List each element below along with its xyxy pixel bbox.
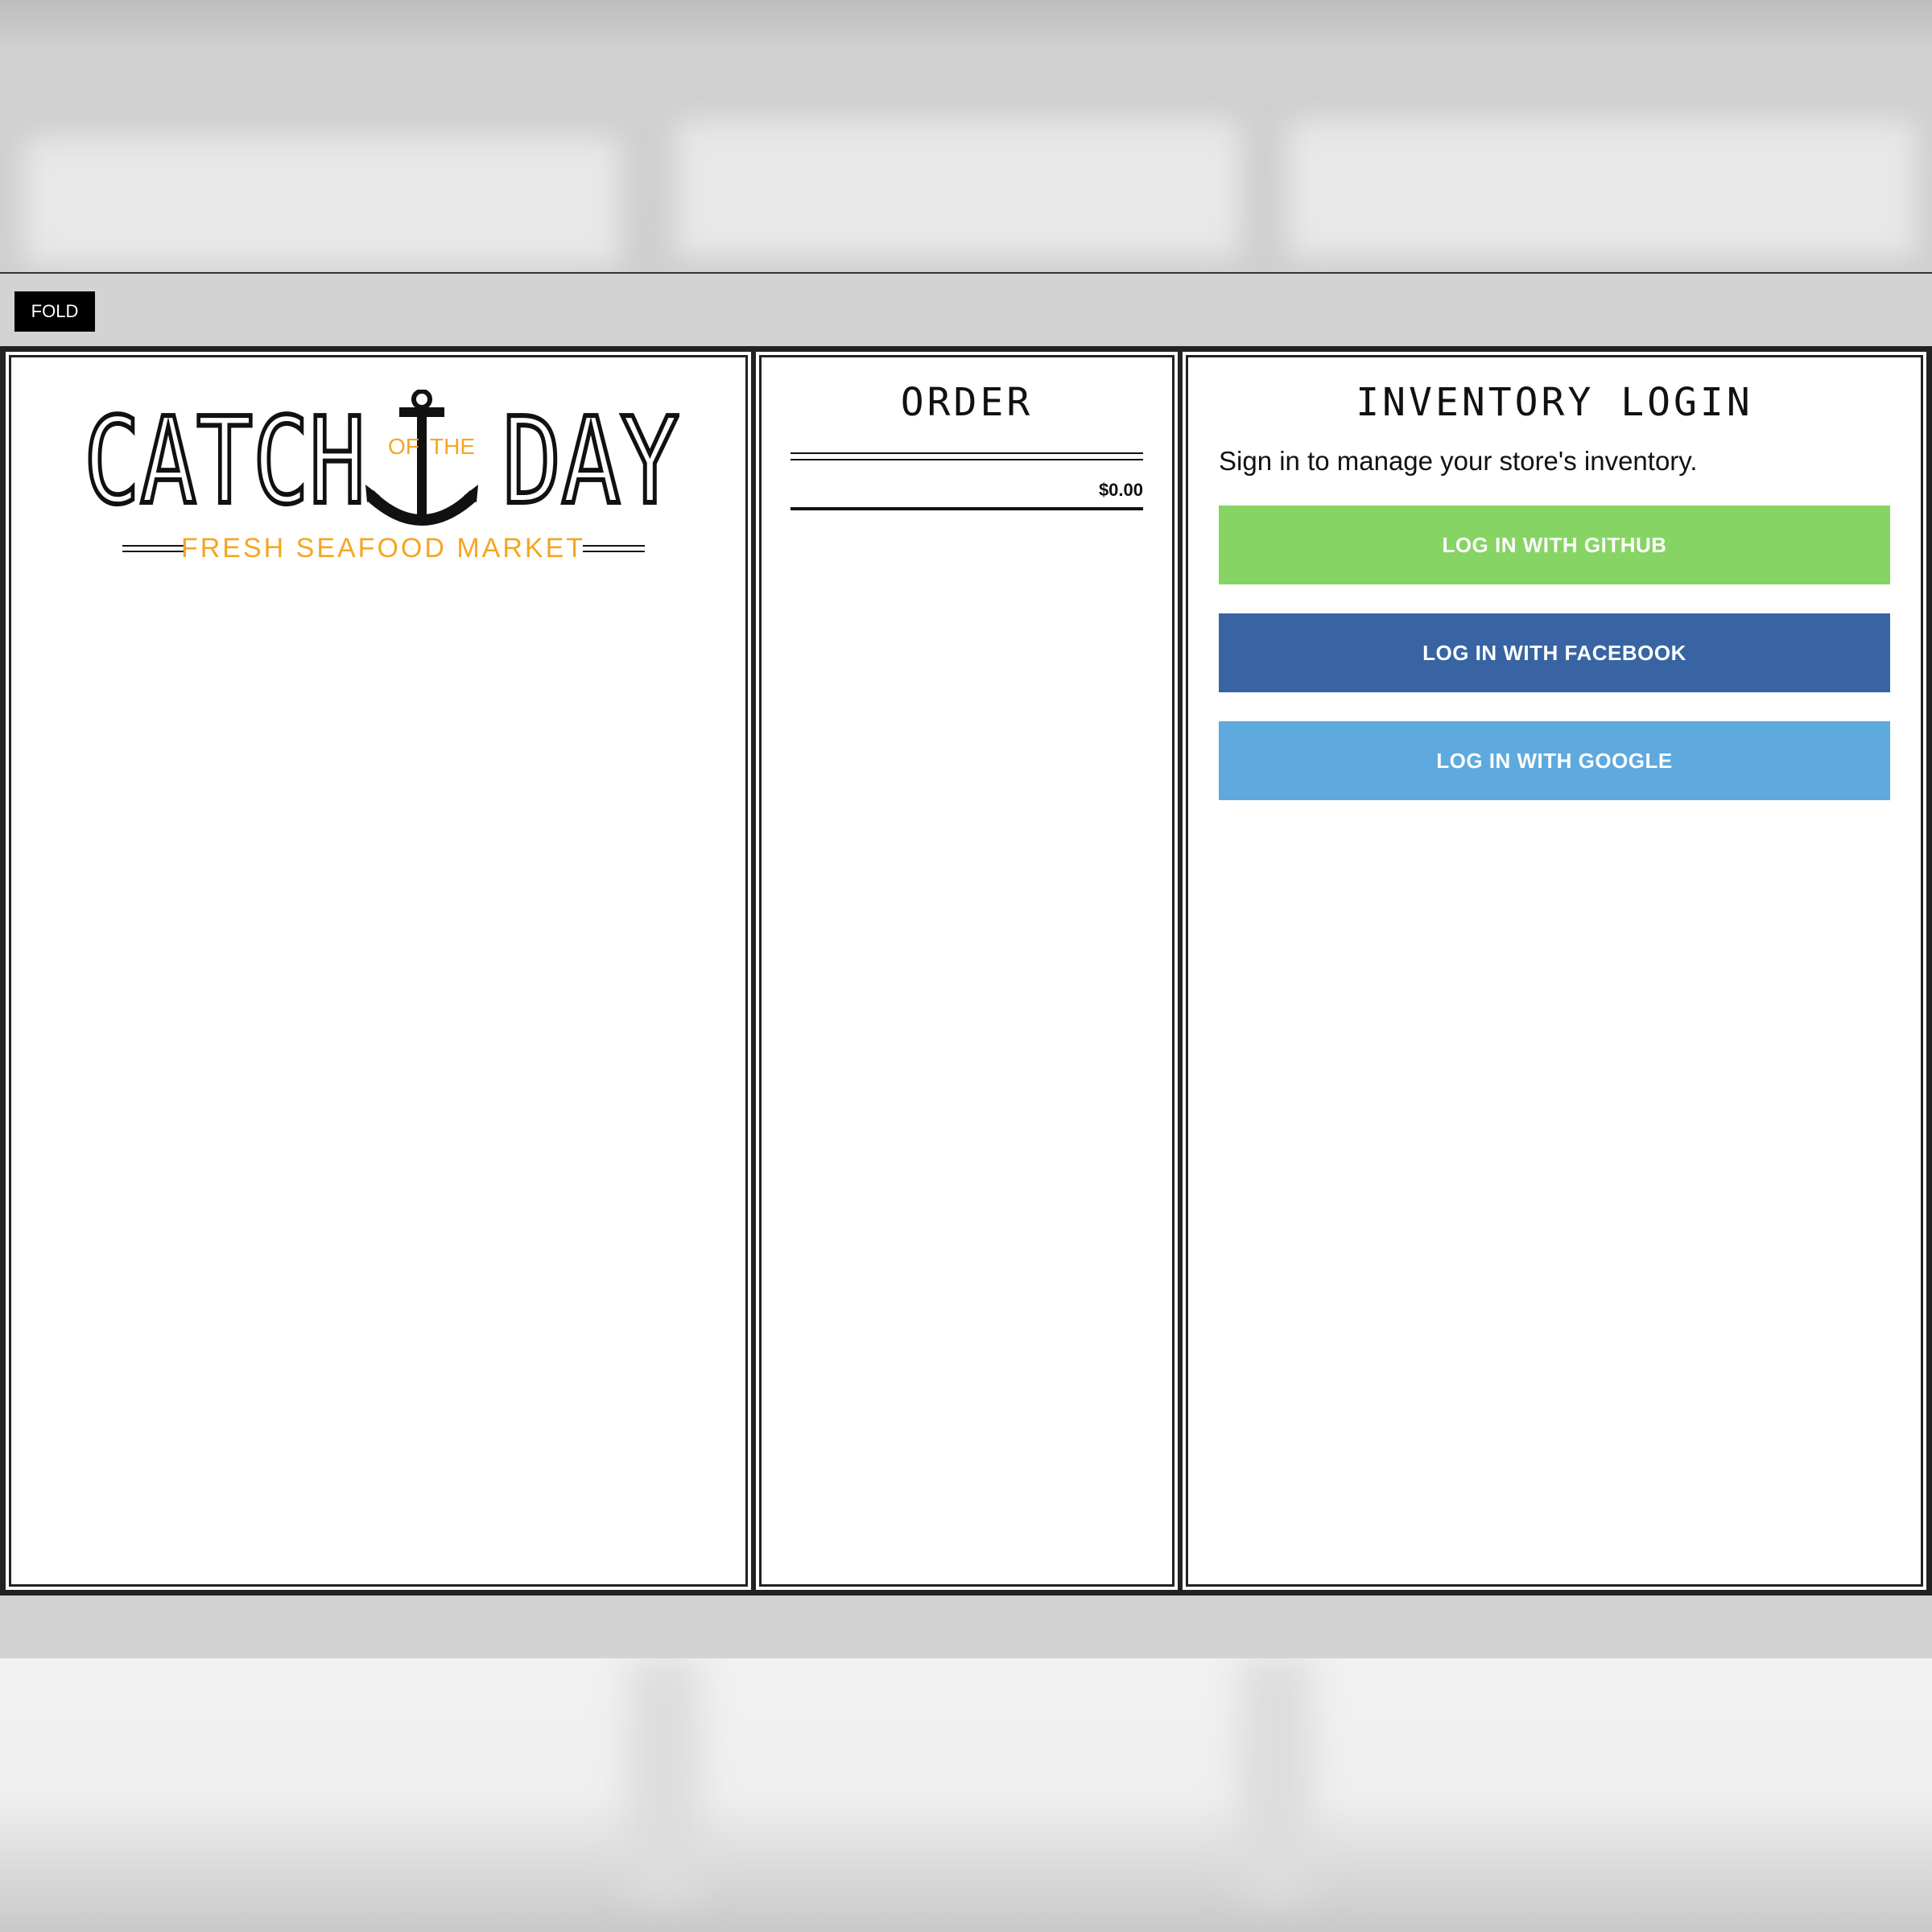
logo-graphic: CATCH OF THE DAY FRESH SEAFOOD MARKET [81,389,682,564]
fold-button[interactable]: FOLD [14,291,95,332]
login-github-button[interactable]: LOG IN WITH GITHUB [1219,506,1890,584]
tagline-rule-left [122,545,184,552]
inventory-panel: INVENTORY LOGIN Sign in to manage your s… [1180,349,1929,1592]
login-facebook-button[interactable]: LOG IN WITH FACEBOOK [1219,613,1890,692]
order-heading: ORDER [900,380,1034,425]
panels-container: CATCH OF THE DAY FRESH SEAFOOD MARKET OR… [0,346,1932,1596]
logo-word-day: DAY [502,392,679,530]
logo-word-the: THE [430,434,475,459]
blurred-background-top [0,0,1932,272]
login-google-button[interactable]: LOG IN WITH GOOGLE [1219,721,1890,800]
order-total: $0.00 [1098,480,1143,500]
menu-panel: CATCH OF THE DAY FRESH SEAFOOD MARKET [3,349,753,1592]
catch-of-the-day-logo: CATCH OF THE DAY FRESH SEAFOOD MARKET [81,389,682,567]
app-frame: FOLD CATCH OF THE DAY FRESH SEAFOOD MARK… [0,272,1932,1660]
tagline-rule-right [583,545,645,552]
order-total-rule [791,507,1143,510]
logo-word-catch: CATCH [84,392,365,530]
logo-word-of: OF [388,434,419,459]
order-panel: ORDER $0.00 [753,349,1180,1592]
logo-tagline: FRESH SEAFOOD MARKET [181,533,585,564]
inventory-heading: INVENTORY LOGIN [1356,380,1753,425]
blurred-background-bottom [0,1658,1932,1932]
order-divider [791,452,1143,460]
inventory-description: Sign in to manage your store's inventory… [1219,446,1698,476]
